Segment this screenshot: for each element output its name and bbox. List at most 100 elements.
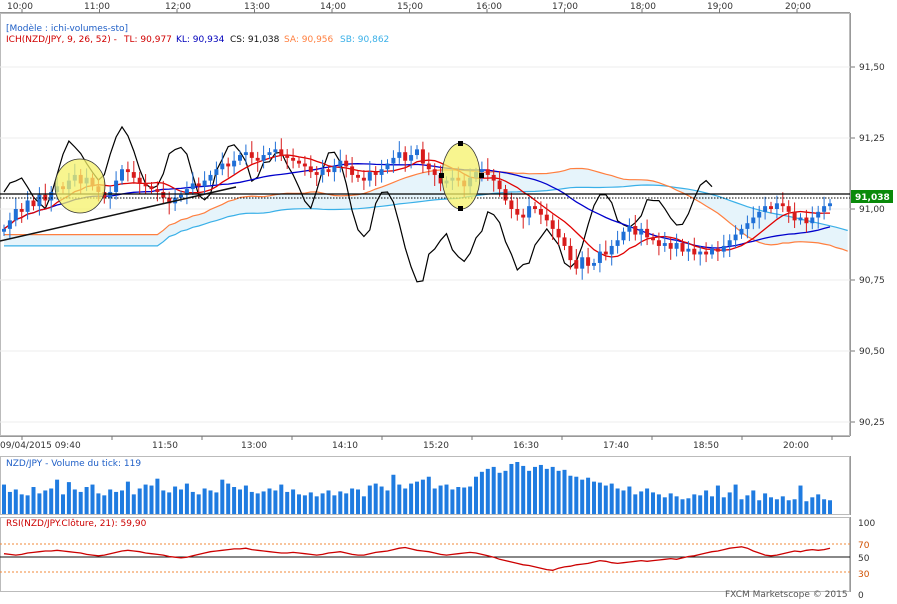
legend-sa: SA: 90,956 [284, 35, 334, 45]
volume-bar [238, 489, 242, 514]
volume-bar [810, 497, 815, 514]
volume-bars [2, 462, 832, 514]
chart-canvas[interactable]: 10:00 11:00 12:00 13:00 14:00 15:00 16:0… [0, 0, 897, 601]
candle-body [774, 203, 779, 209]
volume-bar [780, 496, 785, 514]
volume-bar [792, 499, 797, 514]
volume-bar [603, 485, 608, 514]
candle-body [279, 149, 284, 156]
price-tick-label: 91,00 [859, 205, 885, 215]
volume-bar [426, 476, 431, 514]
volume-bar [19, 494, 24, 514]
volume-bar [255, 493, 260, 514]
annotation-handle[interactable] [458, 141, 463, 146]
volume-panel: NZD/JPY - Volume du tick: 119 [0, 456, 851, 515]
highlight-circle-left[interactable] [54, 158, 106, 214]
candle-body [816, 211, 821, 218]
rsi-panel: RSI(NZD/JPY.Clôture, 21): 59,90 100 70 5… [0, 517, 875, 601]
volume-bar [509, 463, 514, 514]
legend-cs: CS: 91,038 [230, 35, 280, 45]
rsi-level-label: 50 [858, 554, 870, 564]
volume-bar [155, 478, 160, 514]
candle-body [332, 166, 337, 173]
candle-body [403, 152, 408, 161]
candle-body [597, 251, 602, 263]
volume-bar [592, 481, 596, 514]
candle-body [686, 248, 691, 252]
bottom-time-label: 17:40 [603, 441, 629, 451]
candle-body [320, 169, 325, 175]
candle-body [220, 163, 225, 170]
volume-bar [338, 491, 343, 514]
volume-bar [297, 494, 301, 514]
bottom-time-label: 14:10 [332, 441, 358, 451]
volume-bar [114, 491, 119, 514]
legend-sb: SB: 90,862 [340, 35, 389, 45]
candle-body [656, 240, 661, 246]
candle-body [668, 243, 673, 249]
candle-body [828, 203, 832, 207]
candle-body [751, 217, 756, 224]
top-time-label: 16:00 [476, 2, 502, 12]
candle-body [497, 180, 502, 190]
top-time-label: 18:00 [630, 2, 656, 12]
candle-body [680, 243, 685, 252]
candle-body [114, 180, 119, 192]
volume-bar [627, 486, 632, 514]
bottom-time-label: 20:00 [783, 441, 809, 451]
volume-bar [698, 495, 703, 514]
candle-body [538, 209, 543, 215]
candle-body [580, 257, 585, 269]
annotation-handle[interactable] [458, 206, 463, 211]
volume-bar [580, 479, 585, 514]
candle-body [13, 209, 18, 221]
volume-bar [491, 466, 496, 514]
volume-bar [763, 493, 768, 514]
candle-body [710, 248, 714, 255]
candle-body [214, 169, 219, 175]
top-time-label: 20:00 [785, 2, 811, 12]
candle-body [25, 200, 30, 212]
candle-body [727, 240, 732, 246]
candle-body [568, 245, 573, 261]
volume-bar [656, 494, 661, 514]
annotation-handle[interactable] [479, 173, 484, 178]
volume-bar [379, 486, 384, 514]
volume-bar [468, 486, 473, 514]
candle-body [592, 262, 596, 266]
volume-bar [615, 488, 620, 514]
highlight-circle-right[interactable] [441, 142, 481, 210]
volume-bar [568, 475, 573, 514]
volume-bar [727, 492, 732, 514]
candle-body [37, 194, 42, 207]
candle-body [792, 211, 797, 221]
volume-bar [173, 486, 178, 514]
volume-bar [527, 470, 532, 514]
kumo-cloud [4, 168, 848, 252]
volume-bar [391, 474, 396, 514]
rsi-line [3, 546, 831, 571]
volume-bar [769, 497, 773, 514]
volume-bar [639, 491, 644, 514]
volume-bar [420, 479, 425, 514]
volume-bar [497, 472, 502, 514]
volume-bar [715, 485, 720, 514]
volume-bar [261, 491, 266, 514]
volume-bar [202, 488, 207, 514]
footer-credit: FXCM Marketscope © 2015 [725, 590, 848, 600]
price-tick-label: 90,50 [859, 347, 885, 357]
volume-bar [562, 469, 567, 514]
volume-bar [249, 491, 254, 514]
price-panel-frame [0, 13, 850, 436]
candle-body [627, 226, 632, 232]
volume-bar [710, 496, 714, 514]
annotation-handle[interactable] [439, 173, 444, 178]
top-time-label: 17:00 [552, 2, 578, 12]
candle-body [196, 183, 201, 187]
bottom-time-label: 18:50 [693, 441, 719, 451]
candle-body [786, 206, 791, 212]
candle-body [267, 152, 272, 156]
legend-tl: TL: 90,977 [123, 35, 172, 45]
candle-body [356, 174, 360, 178]
candle-body [409, 155, 414, 161]
